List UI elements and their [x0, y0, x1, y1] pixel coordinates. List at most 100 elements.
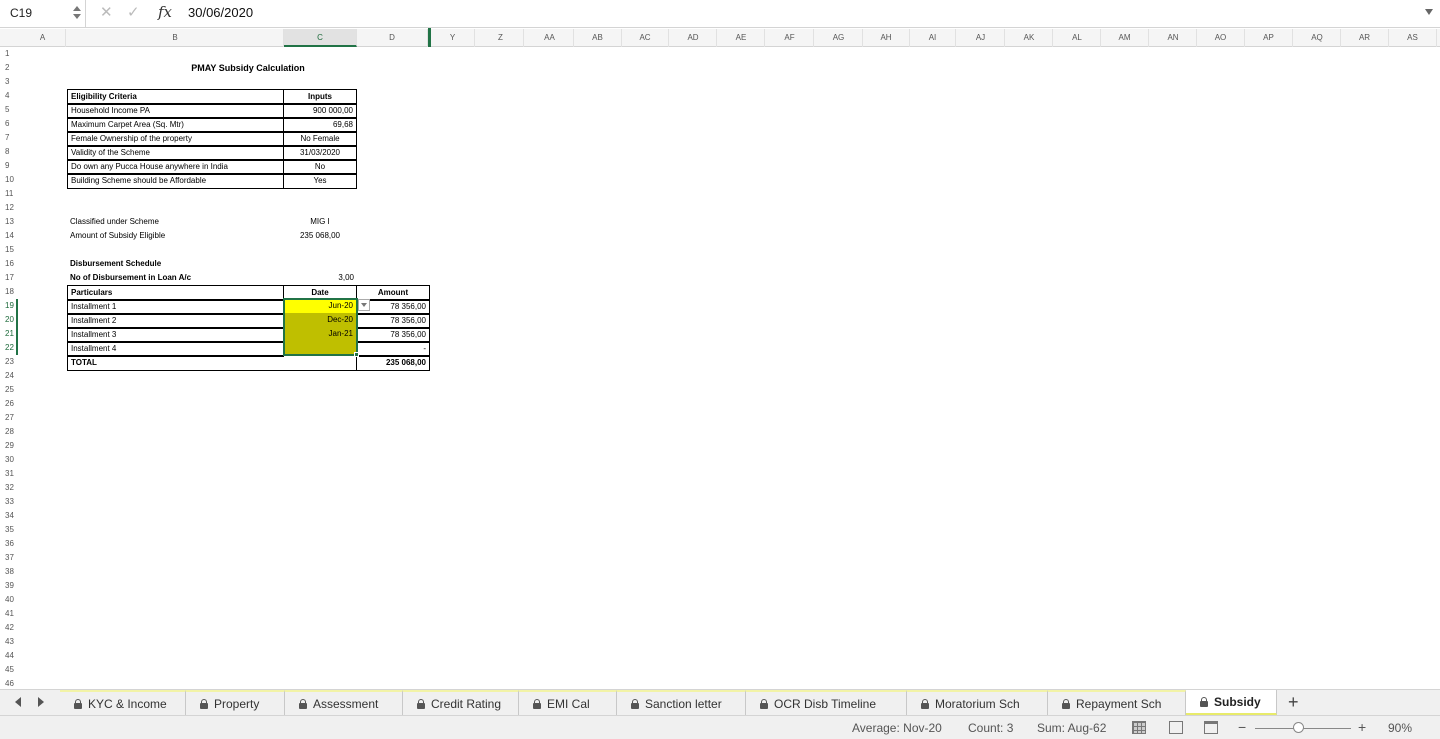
row-header[interactable]: 10: [0, 173, 18, 187]
column-header-af[interactable]: AF: [766, 29, 814, 47]
row-header[interactable]: 27: [0, 411, 18, 425]
column-header-z[interactable]: Z: [478, 29, 524, 47]
row-header[interactable]: 12: [0, 201, 18, 215]
row-header[interactable]: 22: [0, 341, 18, 355]
row-header[interactable]: 3: [0, 75, 18, 89]
no-disbursement-value[interactable]: 3,00: [283, 271, 357, 285]
sheet-tab[interactable]: Credit Rating: [403, 690, 519, 715]
row-header[interactable]: 38: [0, 565, 18, 579]
subsidy-value[interactable]: 235 068,00: [283, 229, 357, 243]
row-header[interactable]: 11: [0, 187, 18, 201]
row-header[interactable]: 41: [0, 607, 18, 621]
schedule-date[interactable]: Jan-21: [284, 327, 356, 341]
column-header-aj[interactable]: AJ: [957, 29, 1005, 47]
row-header[interactable]: 19: [0, 299, 18, 313]
row-header[interactable]: 30: [0, 453, 18, 467]
column-header-a[interactable]: A: [20, 29, 66, 47]
row-header[interactable]: 31: [0, 467, 18, 481]
page-layout-view-icon[interactable]: [1169, 721, 1183, 734]
total-label[interactable]: TOTAL: [67, 355, 357, 371]
eligibility-value[interactable]: Yes: [283, 173, 357, 189]
sheet-tab[interactable]: Sanction letter: [617, 690, 746, 715]
row-header[interactable]: 23: [0, 355, 18, 369]
sheet-tab[interactable]: Assessment: [285, 690, 403, 715]
column-header-ar[interactable]: AR: [1341, 29, 1389, 47]
column-header-ao[interactable]: AO: [1197, 29, 1245, 47]
total-value[interactable]: 235 068,00: [356, 355, 430, 371]
classified-value[interactable]: MIG I: [283, 215, 357, 229]
row-header[interactable]: 24: [0, 369, 18, 383]
column-header-ai[interactable]: AI: [910, 29, 956, 47]
row-header[interactable]: 16: [0, 257, 18, 271]
zoom-in-button[interactable]: +: [1358, 719, 1366, 735]
function-icon[interactable]: fx: [158, 3, 172, 21]
row-header[interactable]: 43: [0, 635, 18, 649]
column-header-ac[interactable]: AC: [622, 29, 669, 47]
classified-label[interactable]: Classified under Scheme: [67, 215, 284, 229]
disbursement-title[interactable]: Disbursement Schedule: [67, 257, 284, 271]
enter-icon[interactable]: ✓: [127, 3, 140, 23]
row-header[interactable]: 42: [0, 621, 18, 635]
tab-scroll-right-icon[interactable]: [38, 697, 44, 707]
no-disbursement-label[interactable]: No of Disbursement in Loan A/c: [67, 271, 284, 285]
row-header[interactable]: 25: [0, 383, 18, 397]
sheet-tab[interactable]: Property: [186, 690, 285, 715]
normal-view-icon[interactable]: [1132, 721, 1146, 734]
name-box[interactable]: C19: [0, 0, 86, 27]
row-header[interactable]: 35: [0, 523, 18, 537]
row-header[interactable]: 45: [0, 663, 18, 677]
row-header[interactable]: 7: [0, 131, 18, 145]
sheet-tab[interactable]: KYC & Income: [60, 690, 186, 715]
column-header-ag[interactable]: AG: [815, 29, 863, 47]
column-header-am[interactable]: AM: [1101, 29, 1149, 47]
row-header[interactable]: 21: [0, 327, 18, 341]
sheet-tab[interactable]: Subsidy: [1186, 690, 1277, 715]
column-header-ak[interactable]: AK: [1006, 29, 1053, 47]
row-header[interactable]: 1: [0, 47, 18, 61]
row-header[interactable]: 8: [0, 145, 18, 159]
column-header-ae[interactable]: AE: [718, 29, 765, 47]
row-header[interactable]: 34: [0, 509, 18, 523]
subsidy-label[interactable]: Amount of Subsidy Eligible: [67, 229, 284, 243]
schedule-date[interactable]: Jun-20: [284, 299, 356, 313]
column-header-ah[interactable]: AH: [863, 29, 910, 47]
row-header[interactable]: 39: [0, 579, 18, 593]
column-header-aa[interactable]: AA: [526, 29, 574, 47]
sheet-tab[interactable]: Repayment Sch: [1048, 690, 1186, 715]
row-header[interactable]: 36: [0, 537, 18, 551]
formula-input[interactable]: 30/06/2020: [188, 0, 253, 25]
sheet-title[interactable]: PMAY Subsidy Calculation: [67, 61, 429, 75]
row-header[interactable]: 20: [0, 313, 18, 327]
row-header[interactable]: 18: [0, 285, 18, 299]
row-header[interactable]: 44: [0, 649, 18, 663]
row-header[interactable]: 17: [0, 271, 18, 285]
sheet-tab[interactable]: OCR Disb Timeline: [746, 690, 907, 715]
column-header-d[interactable]: D: [357, 29, 428, 47]
dropdown-arrow-icon[interactable]: [358, 299, 370, 311]
row-header[interactable]: 13: [0, 215, 18, 229]
column-header-y[interactable]: Y: [431, 29, 475, 47]
zoom-level[interactable]: 90%: [1388, 721, 1412, 735]
row-header[interactable]: 40: [0, 593, 18, 607]
column-header-ap[interactable]: AP: [1245, 29, 1293, 47]
column-header-aq[interactable]: AQ: [1294, 29, 1341, 47]
row-header[interactable]: 2: [0, 61, 18, 75]
row-header[interactable]: 4: [0, 89, 18, 103]
row-header[interactable]: 28: [0, 425, 18, 439]
freeze-pane-divider[interactable]: [428, 28, 431, 47]
column-header-c[interactable]: C: [284, 29, 357, 47]
eligibility-label[interactable]: Building Scheme should be Affordable: [67, 173, 284, 189]
name-box-stepper-icon[interactable]: [73, 4, 81, 22]
row-header[interactable]: 15: [0, 243, 18, 257]
column-header-ad[interactable]: AD: [670, 29, 717, 47]
tab-scroll-left-icon[interactable]: [15, 697, 21, 707]
row-header[interactable]: 32: [0, 481, 18, 495]
cancel-icon[interactable]: ✕: [100, 3, 113, 23]
column-header-al[interactable]: AL: [1054, 29, 1101, 47]
row-header[interactable]: 29: [0, 439, 18, 453]
zoom-slider-thumb[interactable]: [1293, 722, 1304, 733]
fill-handle[interactable]: [354, 352, 359, 357]
row-header[interactable]: 37: [0, 551, 18, 565]
schedule-date[interactable]: [284, 341, 356, 355]
page-break-view-icon[interactable]: [1204, 721, 1218, 734]
